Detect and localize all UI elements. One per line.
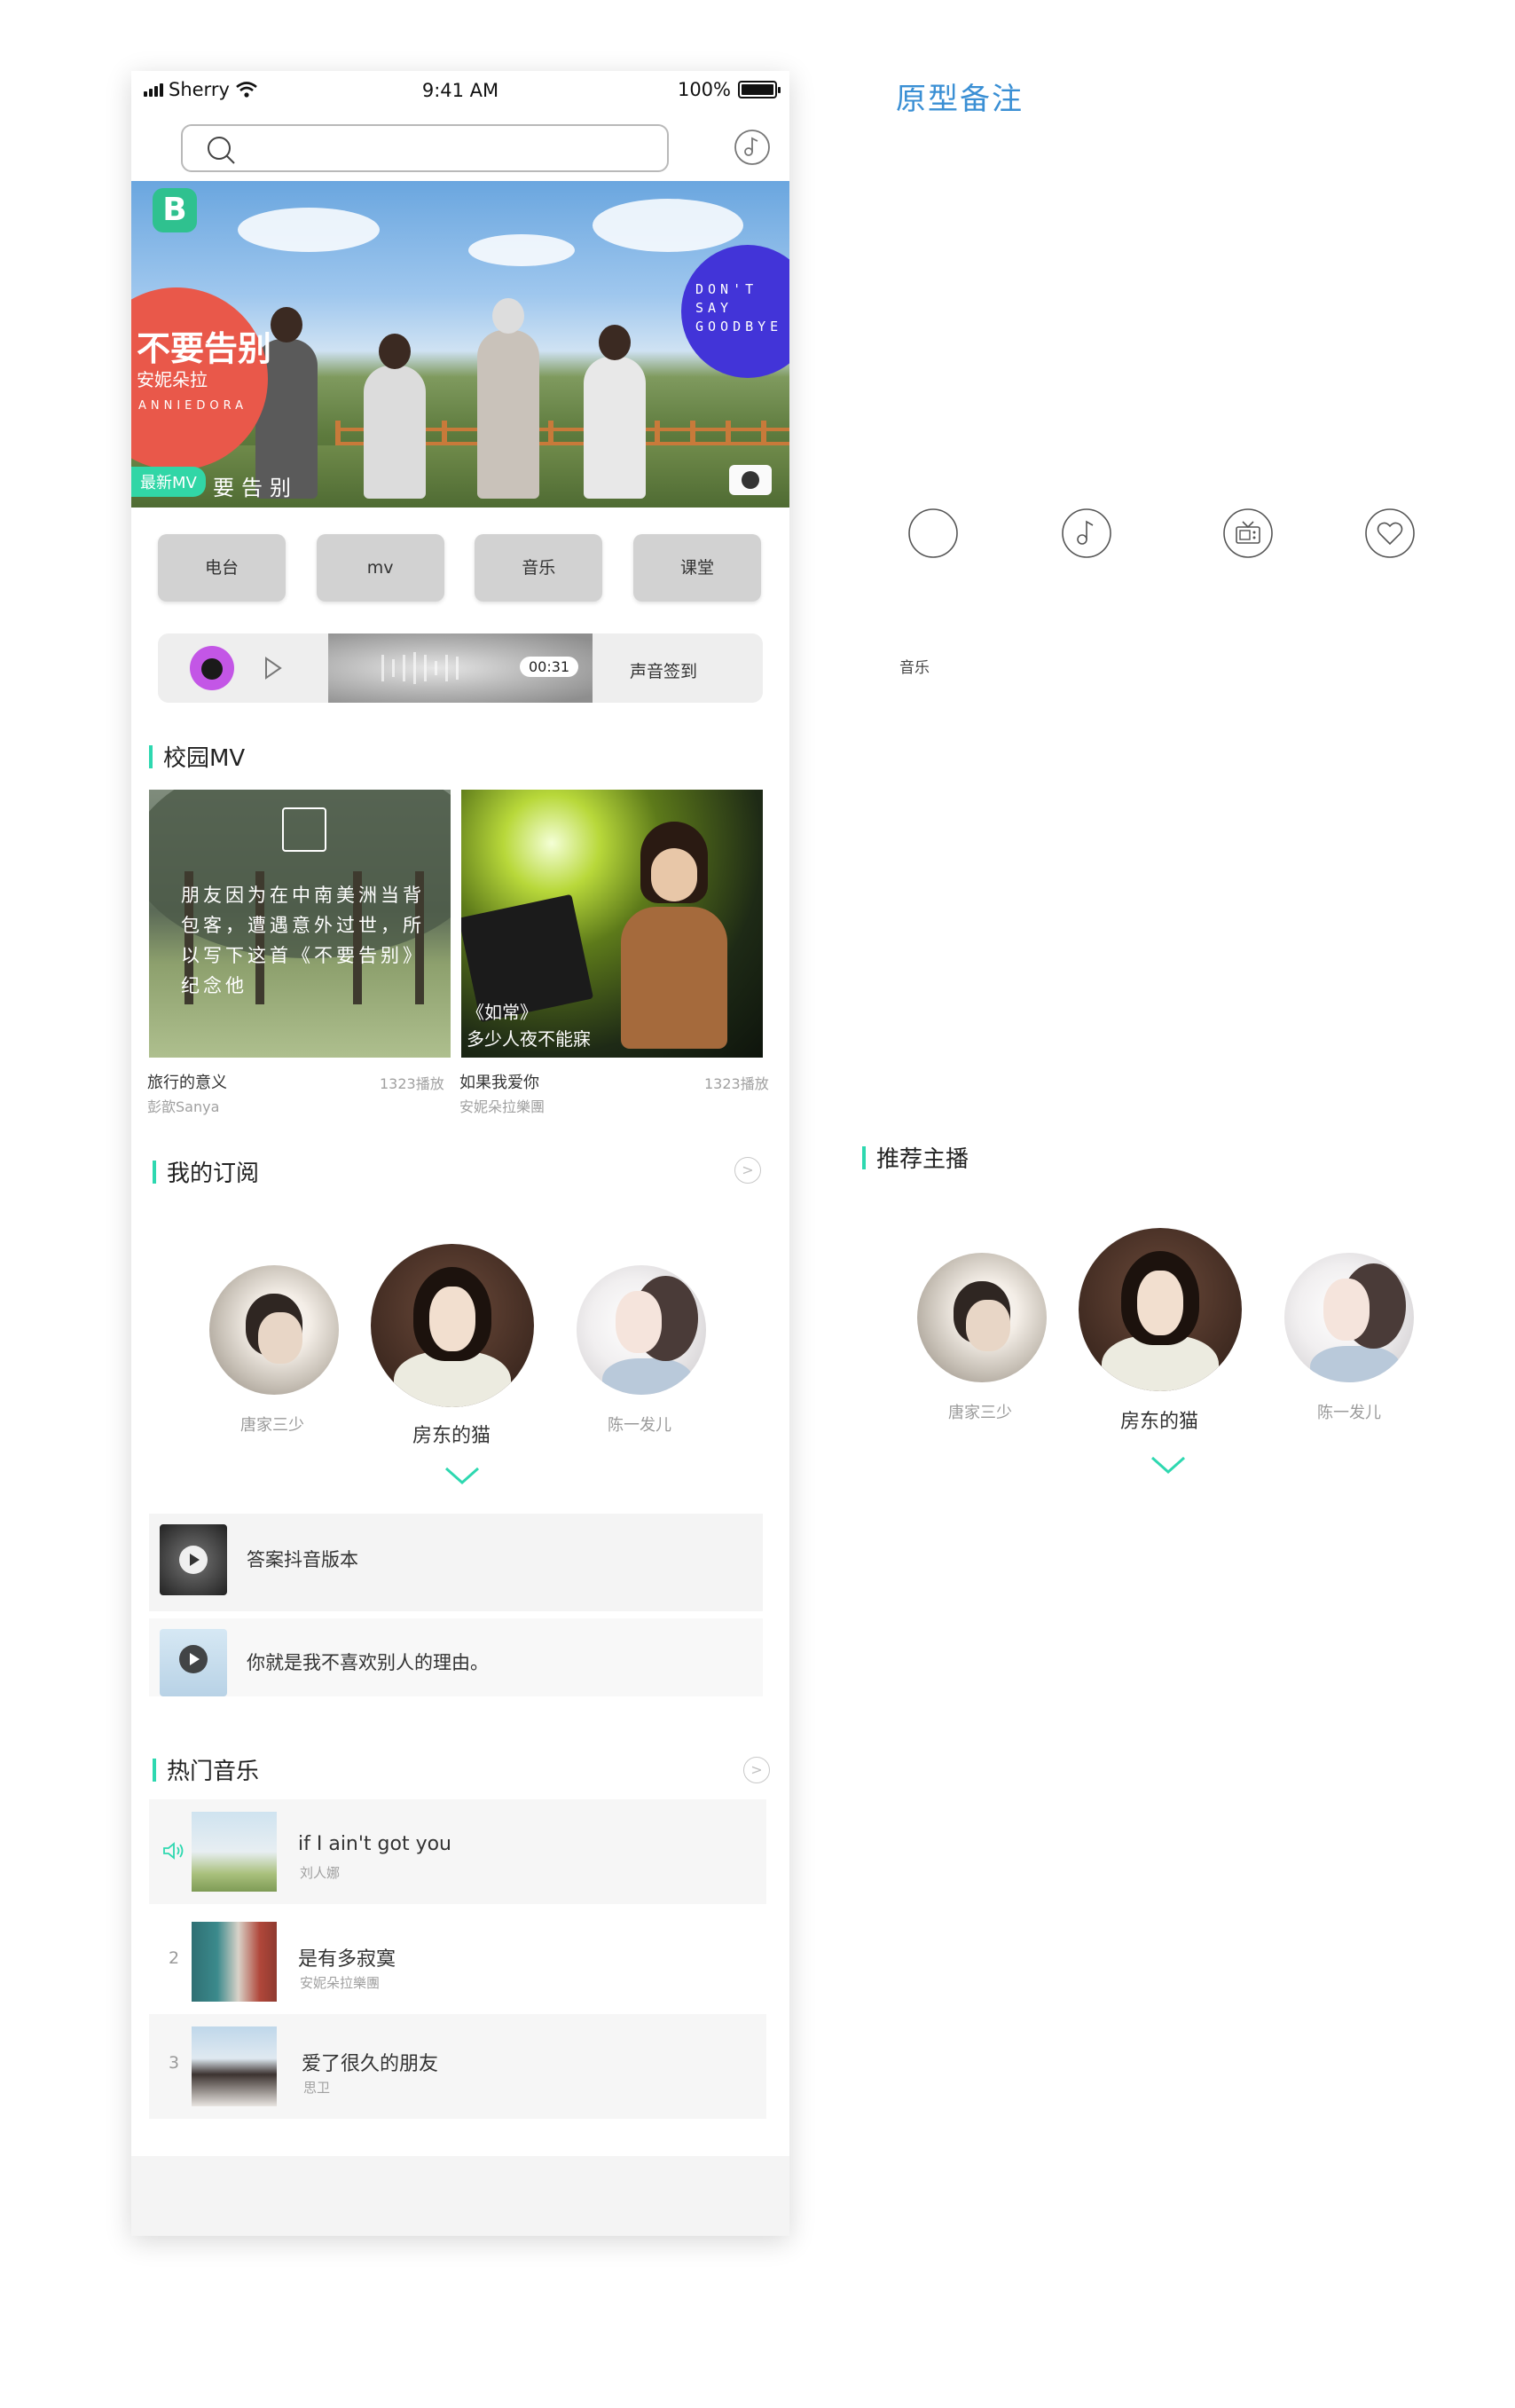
song-cover [192,1812,277,1892]
avatar[interactable] [371,1244,534,1407]
thumbnail [160,1629,227,1696]
song-cover [192,1922,277,2002]
song-row[interactable]: if I ain't got you 刘人娜 [149,1799,766,1904]
song-cover [192,2026,277,2106]
avatar[interactable] [209,1265,339,1395]
mv-lyric: 多少人夜不能寐 [467,1028,591,1050]
app-logo: B [153,188,197,232]
thumbnail [160,1524,227,1595]
latest-mv-tag: 最新MV [131,467,206,497]
mv-author: 彭歆Sanya [147,1098,220,1115]
banner-artist: 安妮朵拉 [137,369,208,390]
section-title-hot-music: 热门音乐 [153,1753,259,1786]
anchor-name: 房东的猫 [1119,1411,1198,1433]
list-item[interactable]: 你就是我不喜欢别人的理由。 [149,1618,763,1696]
banner-carousel[interactable]: B 不要告别 安妮朵拉 ANNIEDORA DON'T SAY GOODBYE … [131,181,789,508]
mv-title[interactable]: 旅行的意义 [147,1070,227,1093]
battery-icon [738,81,781,98]
song-artist: 安妮朵拉樂團 [300,1975,381,1991]
voice-checkin-label[interactable]: 声音签到 [630,658,697,682]
mv-card[interactable]: 《如常》多少人夜不能寐 [461,790,763,1058]
section-title-subscriptions: 我的订阅 [153,1155,259,1188]
song-title: if I ain't got you [298,1833,452,1855]
song-title: 是有多寂寞 [298,1948,396,1971]
tab-bar-placeholder [131,2156,789,2236]
avatar [917,1253,1047,1382]
note-music-label: 音乐 [899,659,930,677]
mv-title[interactable]: 如果我爱你 [459,1070,539,1093]
section-title-campus-mv: 校园MV [149,740,245,773]
tab-classroom[interactable]: 课堂 [632,534,761,602]
song-title: 爱了很久的朋友 [302,2053,439,2075]
mv-card[interactable]: 朋友因为在中南美洲当背包客，遭遇意外过世，所以写下这首《不要告别》纪念他 [149,790,451,1058]
search-icon [208,137,235,164]
chevron-down-icon[interactable] [444,1466,481,1485]
battery-percent: 100% [677,79,731,100]
anchor-name: 陈一发儿 [1317,1404,1381,1422]
avatar[interactable] [577,1265,706,1395]
camera-icon [729,465,772,495]
song-index: 3 [168,2053,180,2073]
play-icon [179,1546,208,1574]
song-row[interactable]: 3 爱了很久的朋友 思卫 [149,2014,766,2119]
avatar [1284,1253,1414,1382]
voice-checkin-bar[interactable]: 00:31 声音签到 [158,633,763,703]
anchor-name: 房东的猫 [412,1425,491,1447]
song-index: 2 [168,1948,180,1968]
mv-poem: 朋友因为在中南美洲当背包客，遭遇意外过世，所以写下这首《不要告别》纪念他 [181,885,425,996]
section-title-recommend-anchors: 推荐主播 [862,1141,969,1174]
chevron-down-icon [1151,1456,1185,1475]
song-artist: 思卫 [303,2080,331,2096]
banner-title: 不要告别 [137,329,272,368]
song-row[interactable]: 2 是有多寂寞 安妮朵拉樂團 [149,1909,766,2014]
tab-mv[interactable]: mv [316,534,444,602]
list-item-title: 答案抖音版本 [247,1549,358,1570]
song-artist: 刘人娜 [300,1865,341,1881]
prototype-board: { "status_bar": {"carrier": "Sherry", "t… [0,0,1515,2408]
phone-frame: Sherry 9:41 AM 100% B 不要告别 安妮朵拉 ANNIEDOR… [131,71,789,2236]
music-note-icon[interactable] [733,128,772,167]
speaker-icon [163,1842,184,1860]
search-input[interactable] [181,124,669,172]
voice-duration: 00:31 [520,657,579,677]
list-item[interactable]: 答案抖音版本 [149,1514,763,1611]
pen-note-icon [282,807,326,852]
mv-author: 安妮朵拉樂團 [459,1098,546,1115]
circle-icon [908,508,958,558]
banner-en-text: DON'T SAY GOODBYE [695,281,783,334]
mv-lyric: 《如常》 [467,1002,538,1023]
mv-play-count: 1323播放 [380,1075,444,1092]
tab-radio[interactable]: 电台 [158,534,286,602]
music-note-icon [1062,508,1111,558]
tab-music[interactable]: 音乐 [475,534,603,602]
anchor-name: 唐家三少 [240,1416,304,1435]
more-arrow-icon[interactable]: > [734,1157,761,1184]
tv-icon [1223,508,1273,558]
status-bar: Sherry 9:41 AM 100% [131,71,789,110]
banner-caption: 要告别 [213,476,298,500]
banner-artist-en: ANNIEDORA [138,399,248,413]
notes-title: 原型备注 [896,82,1024,117]
play-icon [179,1645,208,1673]
anchor-name: 陈一发儿 [608,1416,671,1435]
avatar [1079,1228,1242,1391]
list-item-title: 你就是我不喜欢别人的理由。 [247,1652,489,1673]
category-tabs: 电台 mv 音乐 课堂 [158,534,761,602]
mv-play-count: 1323播放 [704,1075,769,1092]
more-arrow-icon[interactable]: > [743,1757,770,1783]
anchor-name: 唐家三少 [948,1404,1012,1422]
play-icon[interactable] [263,655,284,681]
avatar [190,646,234,690]
heart-icon [1365,508,1415,558]
